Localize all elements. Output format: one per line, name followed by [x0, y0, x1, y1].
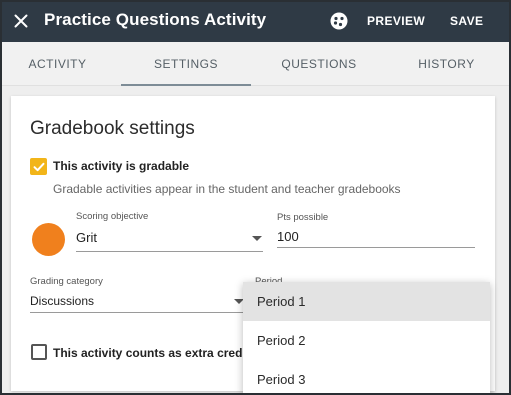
period-option[interactable]: Period 2 [243, 321, 490, 360]
gradable-label: This activity is gradable [53, 159, 190, 173]
grading-category-select[interactable]: Discussions [30, 294, 94, 308]
chevron-down-icon[interactable] [252, 236, 262, 241]
scoring-objective-select[interactable]: Grit [76, 230, 97, 245]
preview-button[interactable]: PREVIEW [367, 14, 425, 28]
grading-category-label: Grading category [30, 276, 103, 287]
period-dropdown-menu: Period 1 Period 2 Period 3 [243, 282, 490, 393]
points-input[interactable]: 100 [277, 229, 299, 244]
save-button[interactable]: SAVE [450, 14, 483, 28]
section-title: Gradebook settings [30, 118, 195, 139]
period-option[interactable]: Period 3 [243, 360, 490, 393]
extra-credit-label: This activity counts as extra credit [53, 346, 250, 360]
points-label: Pts possible [277, 212, 329, 223]
theme-button[interactable] [329, 11, 349, 31]
scoring-objective-underline [76, 251, 263, 252]
app-bar: Practice Questions Activity PREVIEW SAVE [2, 2, 509, 42]
page-title: Practice Questions Activity [44, 10, 267, 29]
checkmark-icon [33, 162, 44, 171]
scoring-objective-color-dot [32, 223, 65, 256]
close-icon [14, 14, 28, 28]
extra-credit-checkbox[interactable] [31, 344, 47, 360]
tab-questions[interactable]: QUESTIONS [254, 42, 384, 86]
points-underline [277, 247, 475, 248]
app-window: Practice Questions Activity PREVIEW SAVE… [0, 0, 511, 395]
gradable-checkbox[interactable] [30, 158, 47, 175]
tab-activity[interactable]: ACTIVITY [2, 42, 113, 86]
grading-category-underline [30, 312, 248, 313]
tab-bar: ACTIVITY SETTINGS QUESTIONS HISTORY [2, 42, 509, 86]
tab-history[interactable]: HISTORY [384, 42, 509, 86]
period-option[interactable]: Period 1 [243, 282, 490, 321]
tab-settings[interactable]: SETTINGS [121, 42, 251, 86]
close-button[interactable] [10, 10, 32, 32]
scoring-objective-label: Scoring objective [76, 211, 149, 222]
palette-icon [330, 12, 348, 30]
gradable-help-text: Gradable activities appear in the studen… [53, 182, 401, 196]
